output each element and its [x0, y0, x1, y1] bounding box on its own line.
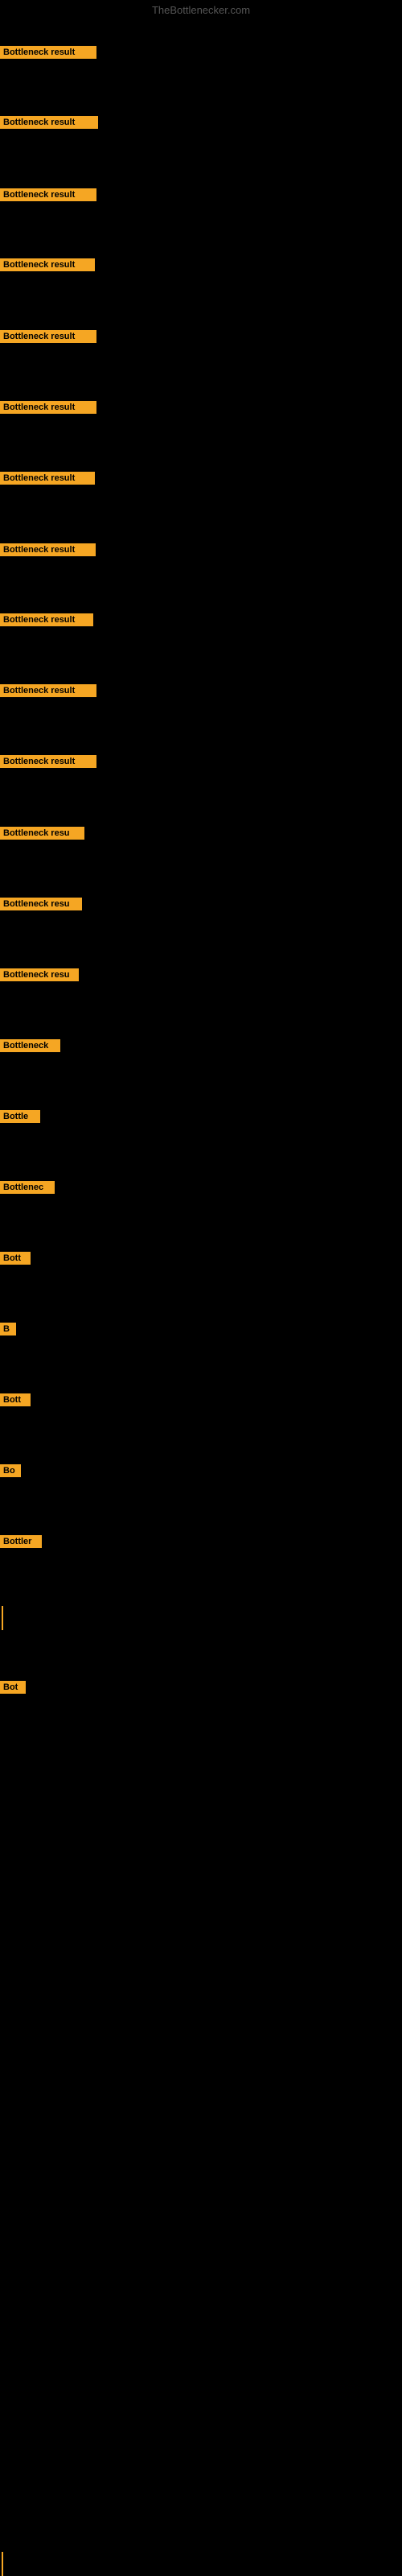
bottleneck-badge: Bottleneck result: [0, 401, 96, 414]
site-title: TheBottlenecker.com: [0, 4, 402, 16]
bottleneck-badge: Bottleneck resu: [0, 827, 84, 840]
bottleneck-badge: Bottleneck result: [0, 684, 96, 697]
bottleneck-badge: Bottleneck result: [0, 613, 93, 626]
bottleneck-badge: Bottleneck resu: [0, 968, 79, 981]
vertical-line: [2, 1606, 3, 1630]
bottleneck-badge: Bottlenec: [0, 1181, 55, 1194]
bottleneck-badge: Bottleneck: [0, 1039, 60, 1052]
bottleneck-badge: Bottleneck result: [0, 755, 96, 768]
bottleneck-badge: B: [0, 1323, 16, 1335]
bottleneck-badge: Bott: [0, 1252, 31, 1265]
bottleneck-badge: Bott: [0, 1393, 31, 1406]
bottleneck-badge: Bottleneck result: [0, 330, 96, 343]
vertical-line: [2, 2552, 3, 2576]
bottleneck-badge: Bottleneck result: [0, 46, 96, 59]
bottleneck-badge: Bottleneck result: [0, 188, 96, 201]
bottleneck-badge: Bottle: [0, 1110, 40, 1123]
bottleneck-badge: Bottleneck result: [0, 472, 95, 485]
bottleneck-badge: Bot: [0, 1681, 26, 1694]
bottleneck-badge: Bottleneck resu: [0, 898, 82, 910]
bottleneck-badge: Bottleneck result: [0, 258, 95, 271]
bottleneck-badge: Bo: [0, 1464, 21, 1477]
bottleneck-badge: Bottleneck result: [0, 116, 98, 129]
bottleneck-badge: Bottler: [0, 1535, 42, 1548]
bottleneck-badge: Bottleneck result: [0, 543, 96, 556]
